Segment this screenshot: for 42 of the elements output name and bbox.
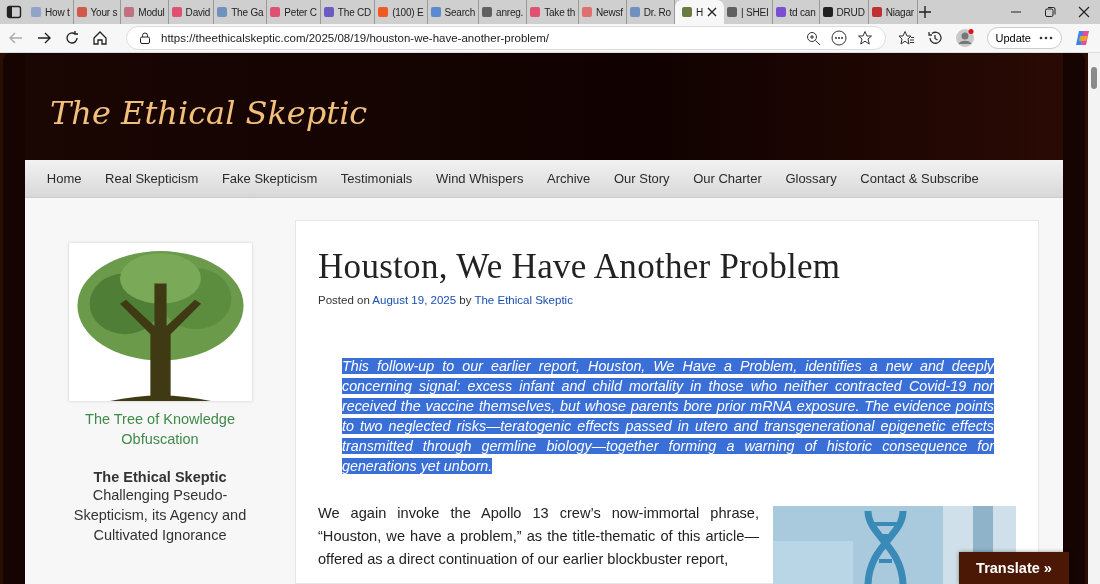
more-icon[interactable] (1039, 36, 1053, 40)
new-tab-icon[interactable] (917, 5, 932, 19)
nav-link[interactable]: Testimonials (329, 171, 425, 186)
sidebar-icon[interactable] (6, 4, 22, 20)
nav-link[interactable]: Home (35, 171, 94, 186)
favorites-icon[interactable] (897, 30, 915, 46)
history-icon[interactable] (926, 30, 943, 46)
zoom-icon[interactable] (805, 30, 821, 46)
nav-link[interactable]: Our Charter (681, 171, 774, 186)
browser-tab[interactable]: H (674, 0, 724, 24)
tagline: Challenging Pseudo- Skepticism, its Agency and Cultivated Ignorance (73, 486, 247, 545)
post-meta: Posted on August 19, 2025 by The Ethical Skeptic (318, 294, 574, 306)
nav-link[interactable]: Contact & Subscribe (848, 171, 991, 186)
article-paragraph: We again invoke the Apollo 13 crew’s now-immortal phrase, “Houston, we have a problem,” as the title-thematic of this article—offered as a direct continuation of our earlier blockbuster report, (318, 504, 759, 569)
more-icon[interactable] (830, 30, 847, 46)
nav-link[interactable]: Glossary (773, 171, 849, 186)
site-logo[interactable]: The Ethical Skeptic (50, 93, 368, 132)
nav-link[interactable]: Archive (535, 171, 603, 186)
article-excerpt: This follow-up to our earlier report, Houston, We Have a Problem, identifies a new and deeply concerning signal: excess infant and child mortality in those who neither contracted Covid-19 nor received the vaccine themselves, but whose parents bore prior mRNA exposure. The evidence points to two neglected risks—teratogenic effects passed in utero and transgenerational epigenetic effects transmitted through germline biology—together forming a warning of historic consequence for generations yet unborn. (342, 357, 994, 476)
author-name: The Ethical Skeptic (93, 469, 227, 485)
translate-button[interactable]: Translate » (959, 552, 1069, 584)
lock-icon (139, 32, 151, 44)
profile-icon[interactable] (954, 28, 975, 48)
nav-link[interactable]: Fake Skepticism (210, 171, 330, 186)
home-icon[interactable] (92, 30, 108, 46)
date-link[interactable]: August 19, 2025 (372, 294, 457, 306)
forward-icon[interactable] (36, 30, 52, 46)
image-caption: The Tree of Knowledge Obfuscation (85, 410, 235, 449)
close-icon[interactable] (1078, 6, 1090, 18)
nav-link[interactable]: Our Story (602, 171, 682, 186)
refresh-icon[interactable] (64, 30, 80, 46)
close-icon[interactable] (707, 7, 717, 17)
author-link[interactable]: The Ethical Skeptic (474, 294, 573, 306)
nav-link[interactable]: Wind Whispers (424, 171, 536, 186)
nav-link[interactable]: Real Skepticism (93, 171, 211, 186)
address-field[interactable]: https://theethicalskeptic.com/2025/08/19/houston-we-have-another-problem/ (126, 26, 886, 50)
scrollbar[interactable] (1088, 53, 1100, 584)
restore-icon[interactable] (1044, 6, 1056, 18)
copilot-icon[interactable] (1074, 29, 1092, 47)
star-icon[interactable] (856, 30, 873, 46)
article-title: Houston, We Have Another Problem (318, 247, 842, 287)
update-button[interactable]: Update (986, 27, 1062, 49)
